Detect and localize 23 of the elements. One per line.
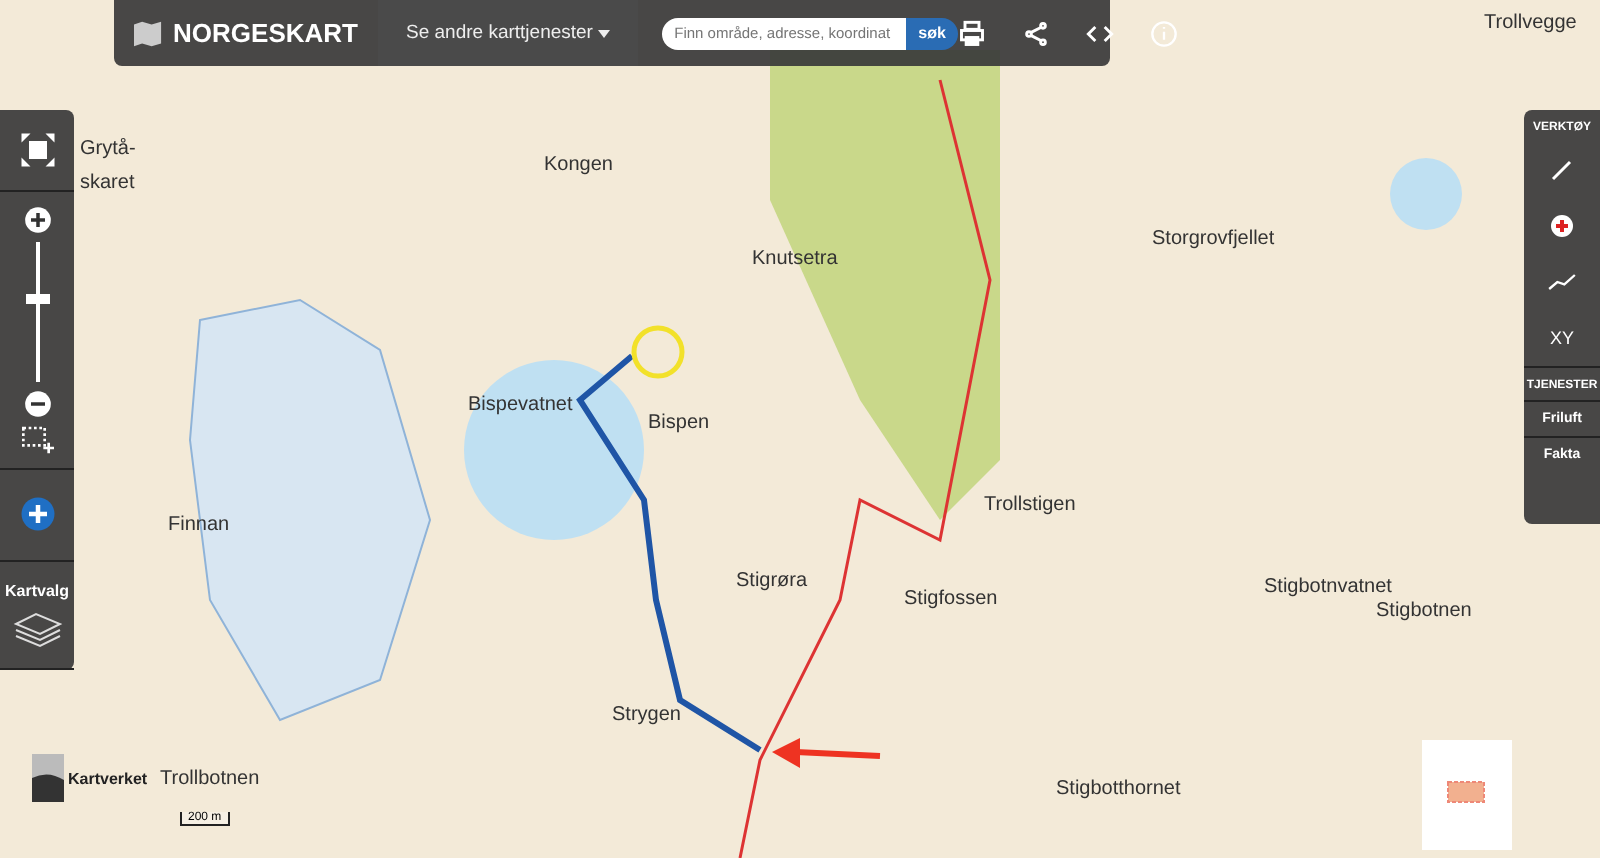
map-label: Stigbotnvatnet	[1264, 576, 1392, 598]
map-label: Kongen	[544, 154, 613, 176]
map-label: Finnan	[168, 514, 230, 536]
map-label: Stigbotthornet	[1056, 778, 1181, 800]
map-label: Stigrøra	[736, 570, 808, 592]
map-label: Grytå-	[80, 138, 136, 160]
map-label: skaret	[80, 172, 135, 194]
coordinate-tool[interactable]: XY	[1537, 310, 1586, 366]
logo-text: Kartverket	[68, 769, 148, 787]
map-label: Knutsetra	[752, 248, 838, 270]
layers-label: Kartvalg	[4, 581, 69, 600]
map-label: Storgrovfjellet	[1152, 228, 1275, 250]
map-label: Bispen	[648, 412, 710, 434]
map-label: Stigbotnen	[1376, 600, 1472, 622]
map-label: Bispevatnet	[468, 394, 573, 416]
brand-title: NORGESKART	[173, 18, 358, 48]
map-label: Trollvegge	[1484, 12, 1577, 34]
services-menu[interactable]: Se andre karttjenester	[378, 0, 639, 66]
map-label: Trollstigen	[984, 494, 1076, 516]
map-label: Stigfossen	[904, 588, 998, 610]
map-label: Strygen	[612, 704, 681, 726]
search-button[interactable]: søk	[906, 17, 958, 49]
map-label: Trollbotnen	[160, 768, 260, 790]
